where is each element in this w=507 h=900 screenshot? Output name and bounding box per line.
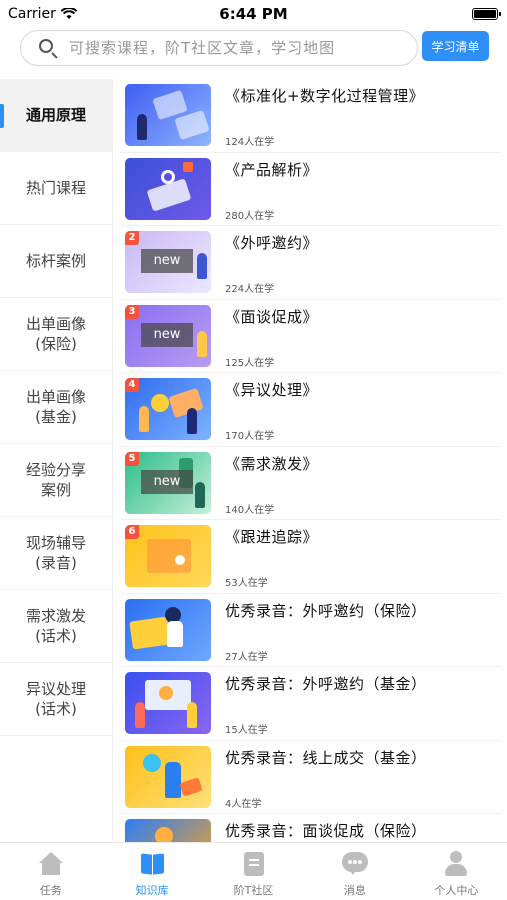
sidebar-item-label: 异议处理 (话术) xyxy=(25,680,86,718)
search-input[interactable] xyxy=(69,39,399,57)
bottom-tab-bar: 任务 知识库 阶T社区 消息 个人中心 xyxy=(0,842,507,900)
course-item[interactable]: 《标准化+数字化过程管理》 124人在学 xyxy=(121,79,501,153)
rank-badge: 2 xyxy=(125,231,139,245)
tab-knowledge-base[interactable]: 知识库 xyxy=(101,843,202,900)
course-thumbnail xyxy=(125,819,211,842)
course-title: 《异议处理》 xyxy=(225,381,319,399)
course-item[interactable]: 优秀录音：外呼邀约（保险） 27人在学 xyxy=(121,594,501,667)
rank-badge: 4 xyxy=(125,378,139,392)
course-item[interactable]: 6 《跟进追踪》 53人在学 xyxy=(121,520,501,594)
tab-label: 任务 xyxy=(39,884,62,897)
document-icon xyxy=(240,850,268,878)
course-thumbnail: 5 new xyxy=(125,451,211,514)
sidebar-item-demand-stimulation[interactable]: 需求激发 (话术) xyxy=(0,590,112,663)
sidebar-item-label: 需求激发 (话术) xyxy=(25,607,86,645)
course-thumbnail xyxy=(125,745,211,808)
course-thumbnail xyxy=(125,84,211,146)
course-item[interactable]: 优秀录音：线上成交（基金） 4人在学 xyxy=(121,741,501,814)
learner-count: 170人在学 xyxy=(225,431,275,442)
search-icon xyxy=(33,30,69,66)
course-list[interactable]: 《标准化+数字化过程管理》 124人在学 《产品解析》 280人在学 2 new… xyxy=(112,79,507,842)
course-title: 优秀录音：外呼邀约（基金） xyxy=(225,675,427,693)
home-icon xyxy=(37,850,65,878)
sidebar-item-label: 通用原理 xyxy=(25,106,86,124)
sidebar-item-benchmark-cases[interactable]: 标杆案例 xyxy=(0,225,112,298)
course-thumbnail xyxy=(125,672,211,734)
tab-tasks[interactable]: 任务 xyxy=(0,843,101,900)
course-item[interactable]: 优秀录音：外呼邀约（基金） 15人在学 xyxy=(121,667,501,741)
course-item[interactable]: 4 《异议处理》 170人在学 xyxy=(121,373,501,447)
sidebar-item-general-principles[interactable]: 通用原理 xyxy=(0,79,112,152)
course-title: 《标准化+数字化过程管理》 xyxy=(225,87,425,105)
battery-icon xyxy=(472,8,501,20)
new-badge: new xyxy=(141,322,193,347)
clock: 6:44 PM xyxy=(219,5,288,23)
learner-count: 280人在学 xyxy=(225,210,275,222)
learner-count: 15人在学 xyxy=(225,725,268,736)
course-title: 《产品解析》 xyxy=(225,160,319,179)
tab-label: 阶T社区 xyxy=(233,884,274,897)
new-badge: new xyxy=(141,469,193,494)
book-icon xyxy=(138,850,166,878)
sidebar-item-label: 现场辅导 (录音) xyxy=(25,534,86,572)
course-title: 《需求激发》 xyxy=(225,454,319,473)
sidebar-item-label: 热门课程 xyxy=(25,179,86,197)
tab-profile[interactable]: 个人中心 xyxy=(406,843,507,900)
sidebar-item-order-profile-insurance[interactable]: 出单画像 (保险) xyxy=(0,298,112,371)
course-title: 优秀录音：外呼邀约（保险） xyxy=(225,601,427,620)
tab-label: 知识库 xyxy=(135,884,169,897)
sidebar-item-experience-sharing[interactable]: 经验分享 案例 xyxy=(0,444,112,517)
category-sidebar: 通用原理 热门课程 标杆案例 出单画像 (保险) 出单画像 (基金) 经验分享 … xyxy=(0,79,112,839)
course-item[interactable]: 优秀录音：面谈促成（保险） xyxy=(121,814,501,842)
study-list-button[interactable]: 学习清单 xyxy=(422,31,489,61)
course-title: 《跟进追踪》 xyxy=(225,528,319,546)
course-item[interactable]: 2 new 《外呼邀约》 224人在学 xyxy=(121,226,501,300)
tab-community[interactable]: 阶T社区 xyxy=(203,843,304,900)
course-title: 优秀录音：面谈促成（保险） xyxy=(225,822,427,840)
course-thumbnail xyxy=(125,157,211,220)
status-bar: Carrier 6:44 PM xyxy=(0,0,507,28)
tab-messages[interactable]: 消息 xyxy=(304,843,405,900)
course-thumbnail: 3 new xyxy=(125,304,211,367)
tab-label: 个人中心 xyxy=(434,884,479,897)
course-thumbnail: 6 xyxy=(125,525,211,587)
course-title: 优秀录音：线上成交（基金） xyxy=(225,748,427,767)
learner-count: 140人在学 xyxy=(225,504,275,516)
rank-badge: 5 xyxy=(125,451,139,466)
course-item[interactable]: 3 new 《面谈促成》 125人在学 xyxy=(121,300,501,373)
user-icon xyxy=(442,850,470,878)
sidebar-item-label: 标杆案例 xyxy=(25,252,86,270)
search-bar[interactable] xyxy=(20,30,418,66)
course-thumbnail: 4 xyxy=(125,378,211,440)
sidebar-item-order-profile-fund[interactable]: 出单画像 (基金) xyxy=(0,371,112,444)
sidebar-item-onsite-coaching[interactable]: 现场辅导 (录音) xyxy=(0,517,112,590)
chat-icon xyxy=(341,850,369,878)
tab-label: 消息 xyxy=(343,884,366,897)
learner-count: 124人在学 xyxy=(225,137,275,148)
sidebar-item-label: 经验分享 案例 xyxy=(25,461,86,499)
learner-count: 224人在学 xyxy=(225,284,275,295)
learner-count: 53人在学 xyxy=(225,578,268,589)
course-title: 《外呼邀约》 xyxy=(225,234,319,252)
sidebar-item-hot-courses[interactable]: 热门课程 xyxy=(0,152,112,225)
course-item[interactable]: 《产品解析》 280人在学 xyxy=(121,153,501,226)
course-item[interactable]: 5 new 《需求激发》 140人在学 xyxy=(121,447,501,520)
learner-count: 125人在学 xyxy=(225,357,275,369)
course-thumbnail xyxy=(125,598,211,661)
rank-badge: 6 xyxy=(125,525,139,539)
sidebar-item-objection-handling[interactable]: 异议处理 (话术) xyxy=(0,663,112,736)
course-title: 《面谈促成》 xyxy=(225,307,319,326)
learner-count: 27人在学 xyxy=(225,651,268,663)
rank-badge: 3 xyxy=(125,304,139,319)
course-thumbnail: 2 new xyxy=(125,231,211,293)
new-badge: new xyxy=(141,249,193,273)
learner-count: 4人在学 xyxy=(225,798,262,810)
sidebar-item-label: 出单画像 (保险) xyxy=(25,315,86,353)
sidebar-item-label: 出单画像 (基金) xyxy=(25,388,86,426)
